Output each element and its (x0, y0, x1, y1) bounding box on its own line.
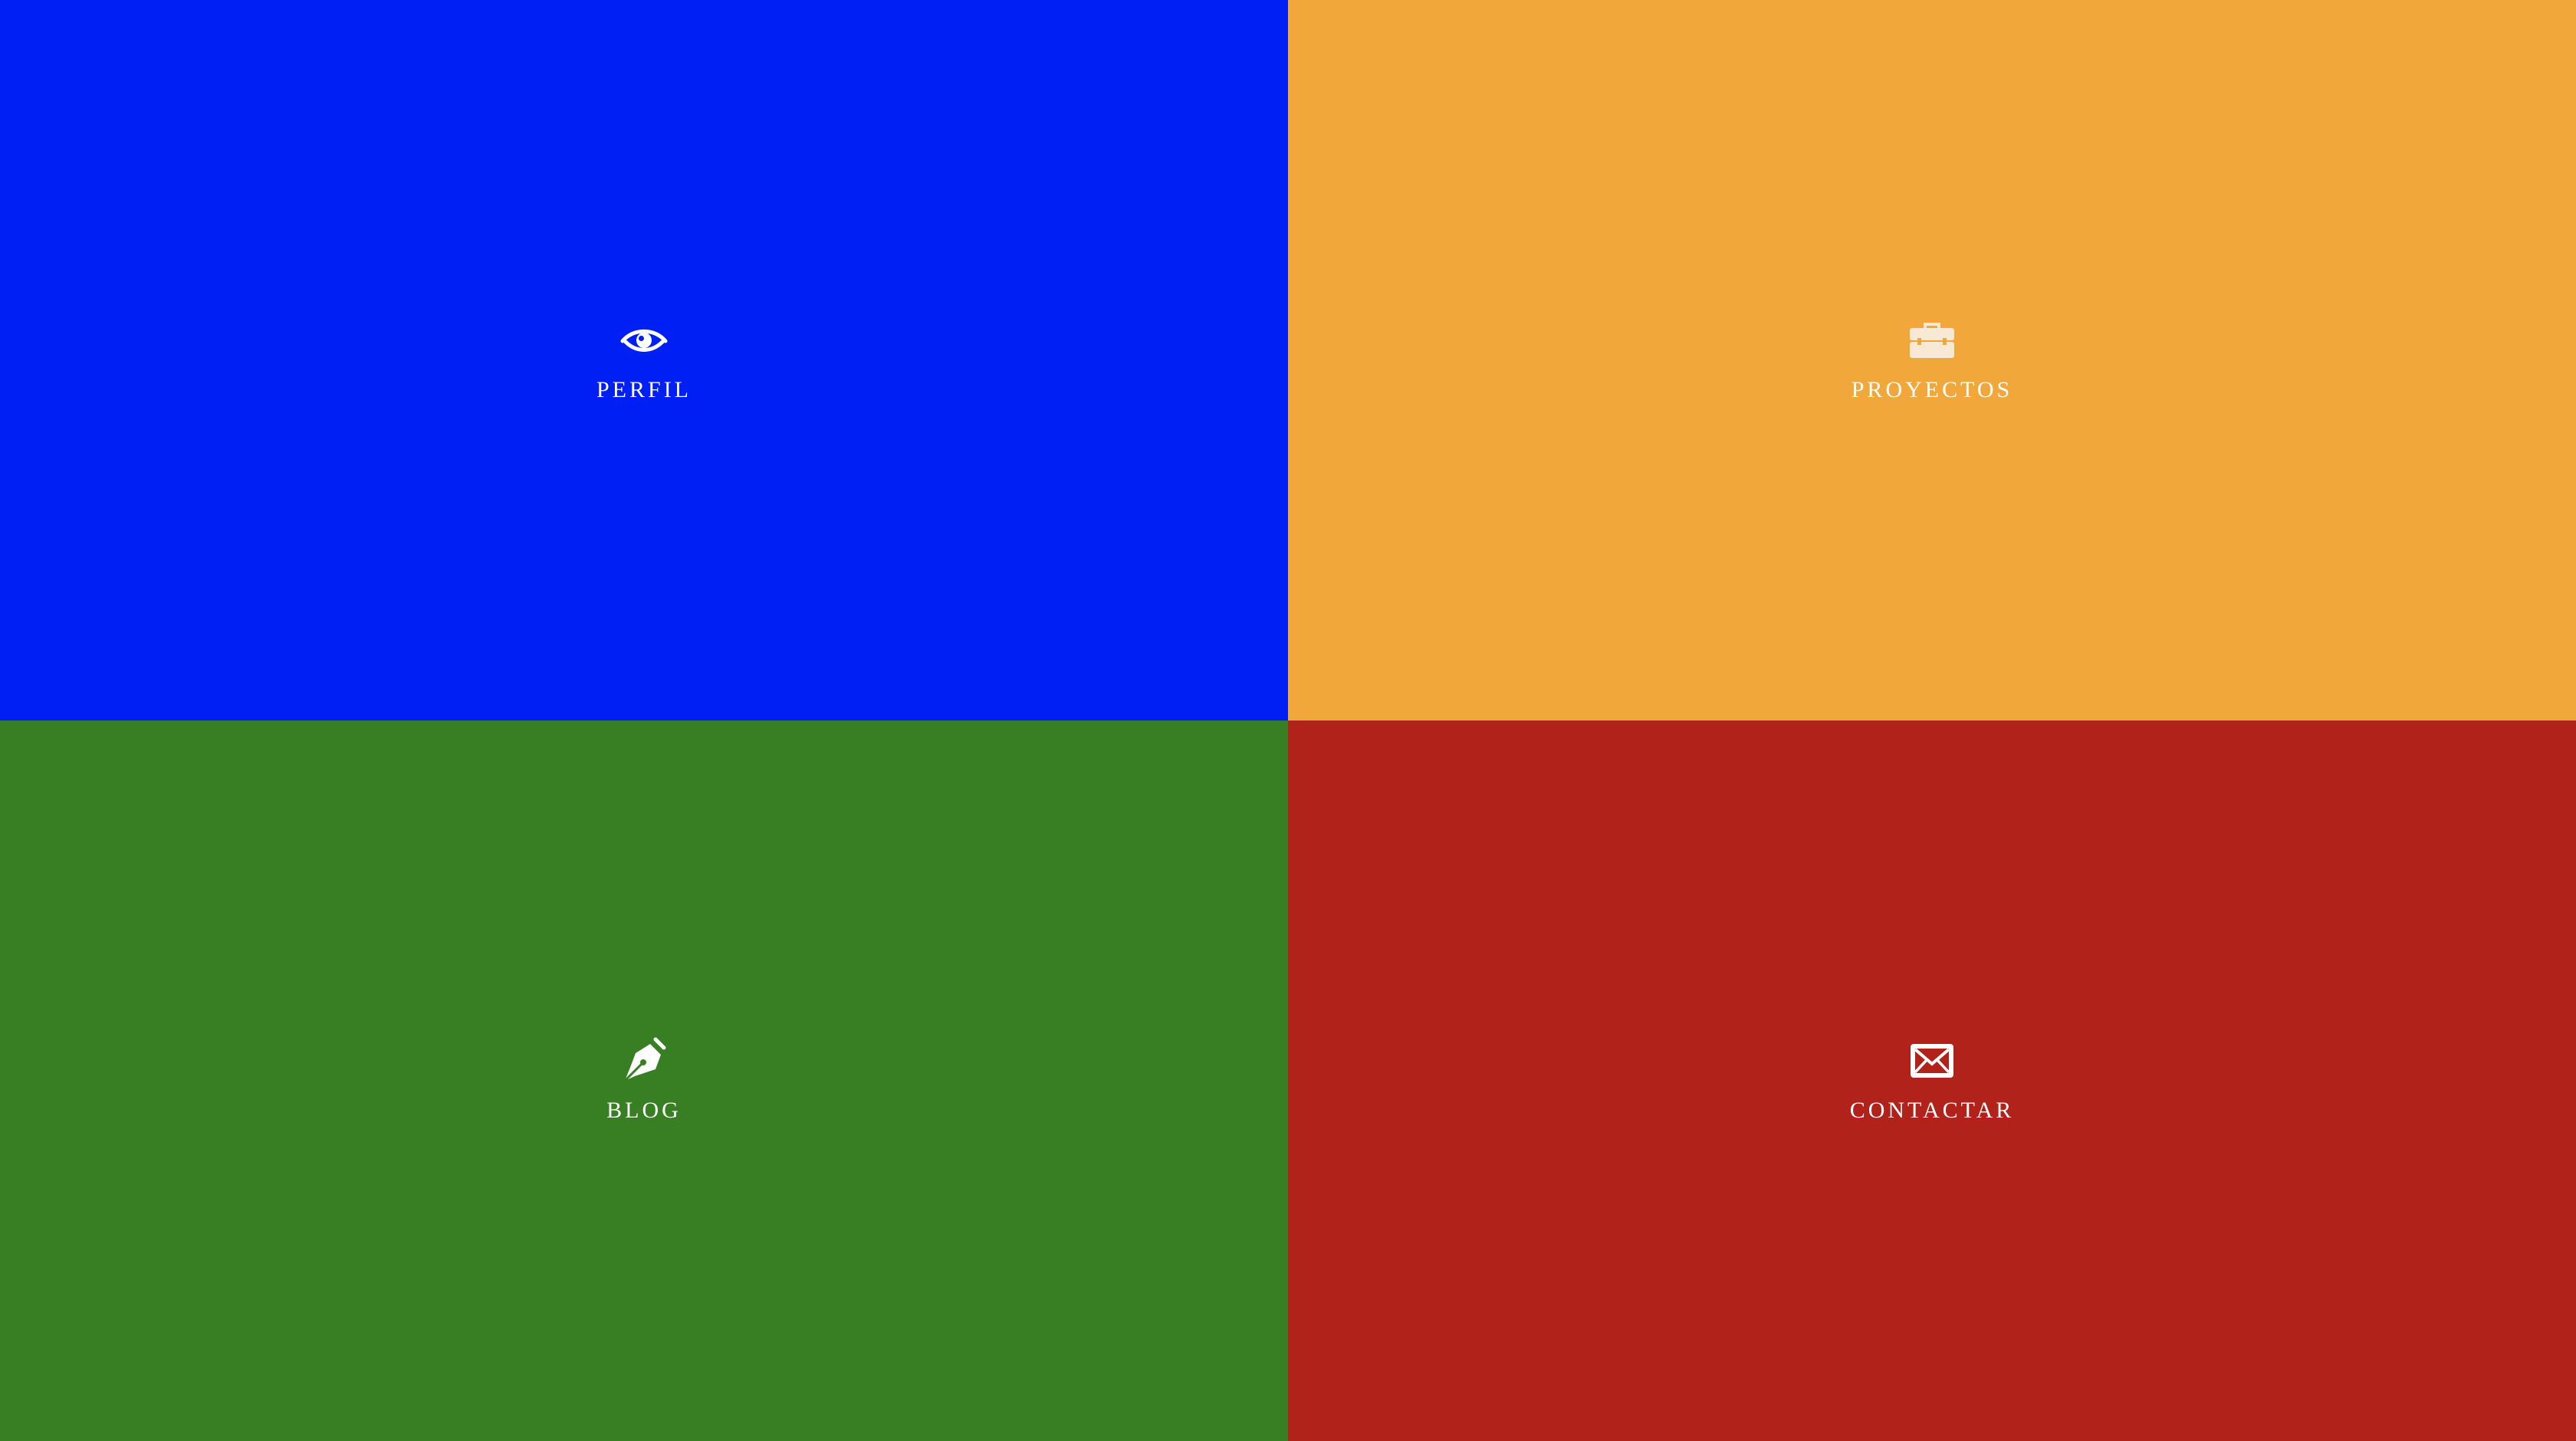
tile-content: PROYECTOS (1288, 316, 2576, 402)
tile-blog[interactable]: BLOG (0, 720, 1288, 1441)
briefcase-icon (1907, 316, 1957, 365)
envelope-icon (1907, 1036, 1957, 1085)
tile-label-contactar: CONTACTAR (1849, 1098, 2015, 1123)
tile-label-proyectos: PROYECTOS (1851, 377, 2013, 402)
menu-grid: PERFIL PROYECTOS BLOG CONTACTAR (0, 0, 2576, 1441)
tile-content: PERFIL (0, 316, 1288, 402)
eye-icon (619, 316, 669, 365)
tile-proyectos[interactable]: PROYECTOS (1288, 0, 2576, 720)
tile-label-perfil: PERFIL (596, 377, 692, 402)
tile-content: CONTACTAR (1288, 1036, 2576, 1122)
tile-perfil[interactable]: PERFIL (0, 0, 1288, 720)
pen-nib-icon (619, 1036, 669, 1085)
tile-content: BLOG (0, 1036, 1288, 1122)
tile-label-blog: BLOG (606, 1098, 682, 1123)
tile-contactar[interactable]: CONTACTAR (1288, 720, 2576, 1441)
